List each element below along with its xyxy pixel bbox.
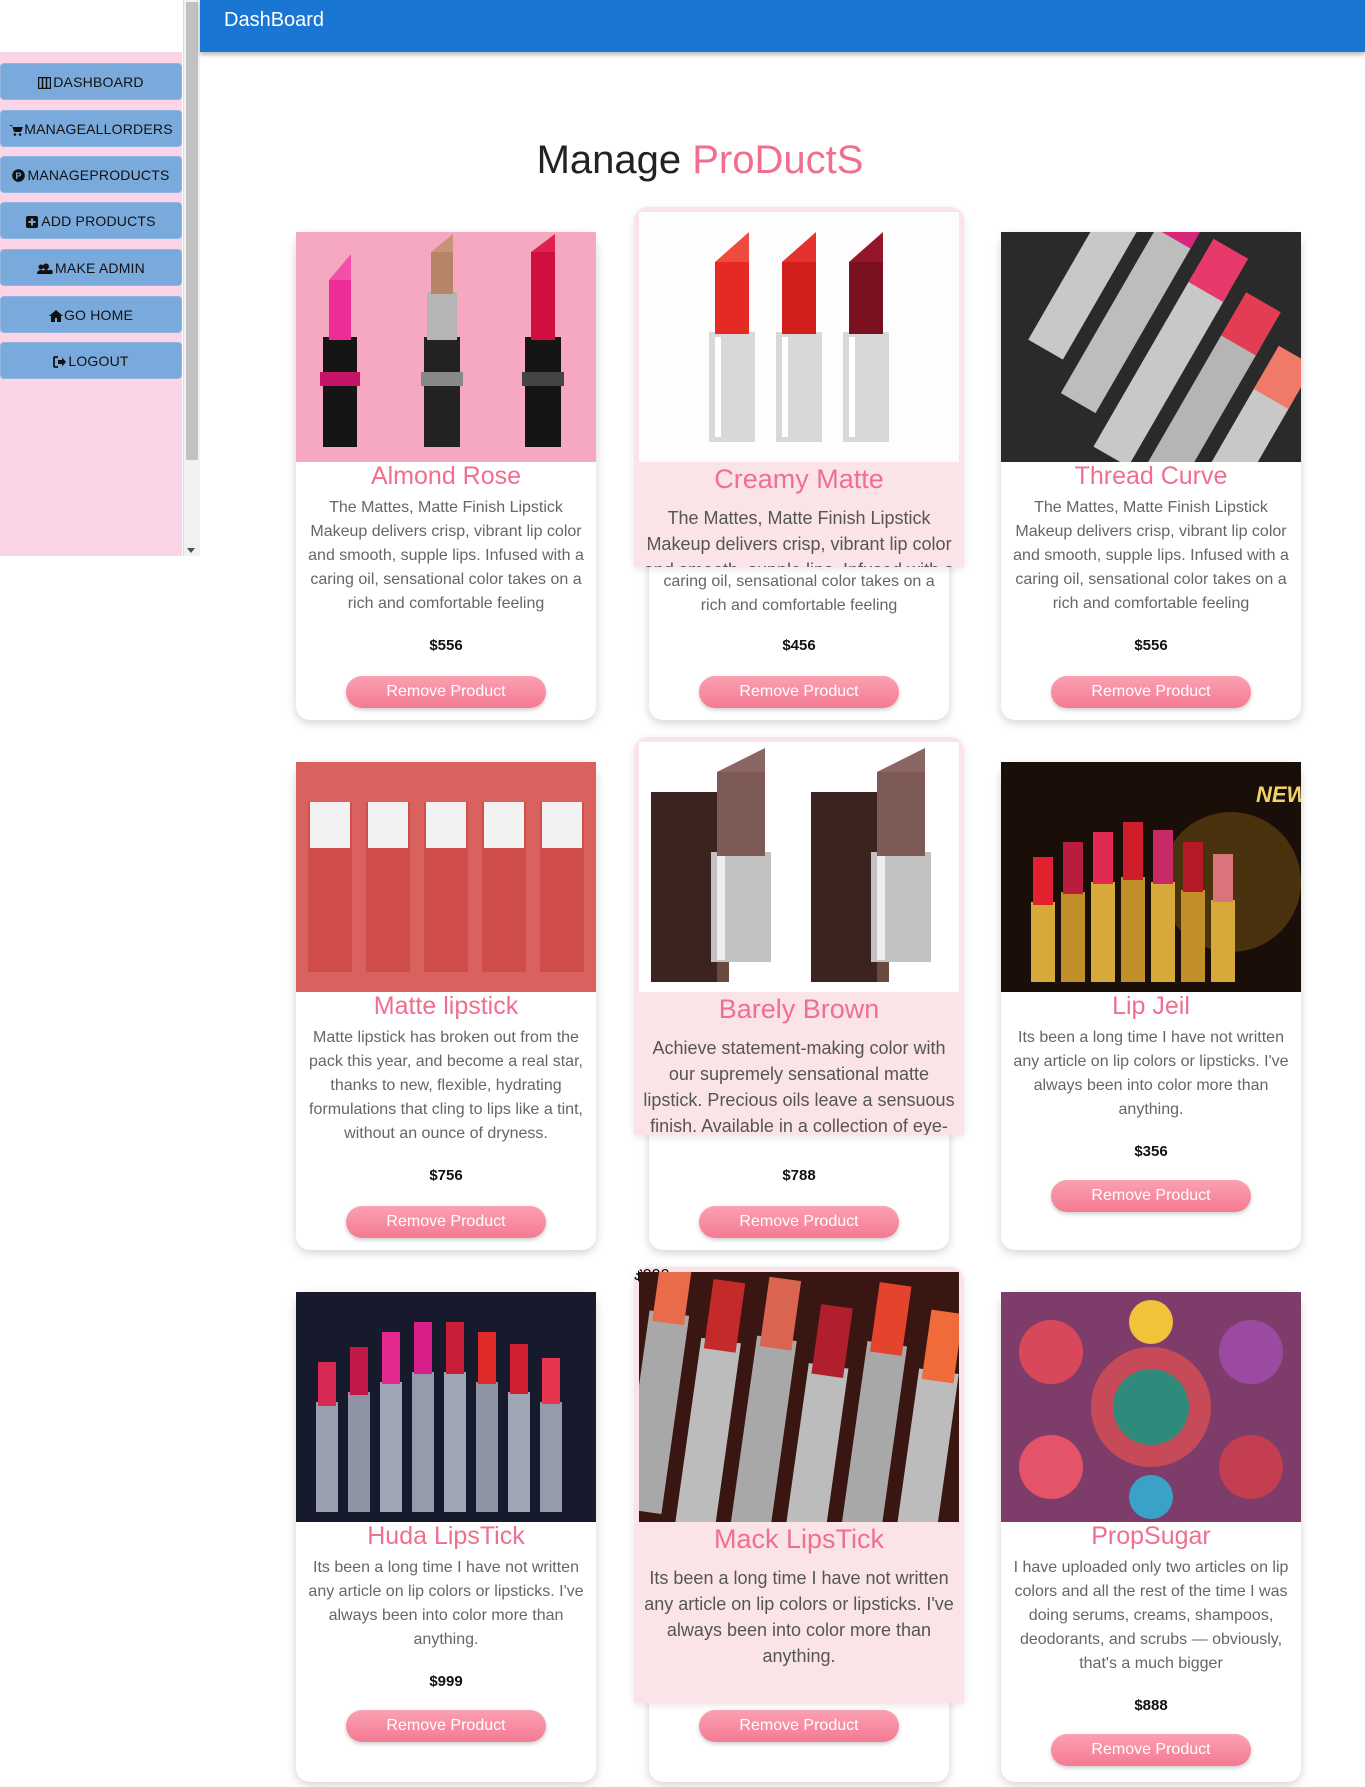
product-price: $456	[782, 637, 816, 654]
sidebar: DASHBOARD MANAGEALLORDERS P MANAGEPRODUC…	[0, 52, 182, 556]
product-price: $756	[429, 1167, 463, 1184]
page-title-accent: ProDuctS	[692, 138, 864, 182]
plus-square-icon	[26, 215, 39, 228]
cart-icon	[9, 123, 24, 136]
svg-text:NEW!: NEW!	[1256, 782, 1301, 807]
product-image	[296, 762, 596, 992]
product-name: PropSugar	[1091, 1522, 1211, 1550]
product-price: $999	[429, 1673, 463, 1690]
remove-product-button[interactable]: Remove Product	[699, 1710, 899, 1742]
sidebar-item-label: MAKE ADMIN	[55, 259, 145, 276]
sidebar-item-manage-products[interactable]: P MANAGEPRODUCTS	[0, 156, 182, 193]
product-name: Creamy Matte	[714, 464, 884, 494]
product-price: $356	[1134, 1143, 1168, 1160]
product-name: Huda LipsTick	[367, 1522, 525, 1550]
product-description: The Mattes, Matte Finish Lipstick Makeup…	[308, 499, 584, 612]
app-bar-title: DashBoard	[224, 9, 325, 31]
sidebar-item-add-products[interactable]: ADD PRODUCTS	[0, 202, 182, 239]
product-hunt-icon: P	[12, 168, 26, 182]
remove-product-button[interactable]: Remove Product	[1051, 1180, 1251, 1212]
product-price: $788	[782, 1167, 816, 1184]
product-description: Its been a long time I have not written …	[644, 1568, 954, 1666]
product-card-hovered[interactable]: Barely Brown Achieve statement-making co…	[634, 737, 964, 1135]
product-name: Barely Brown	[718, 994, 880, 1024]
remove-product-button[interactable]: Remove Product	[1051, 1734, 1251, 1766]
home-icon	[48, 309, 63, 322]
sidebar-item-label: MANAGEALLORDERS	[24, 120, 173, 137]
remove-product-button[interactable]: Remove Product	[699, 676, 899, 708]
sign-out-icon	[53, 355, 67, 368]
sidebar-item-label: ADD PRODUCTS	[41, 212, 156, 229]
product-card: NEW! Lip Jeil Its been a long time I hav…	[1001, 762, 1301, 1250]
product-name: Thread Curve	[1074, 462, 1228, 490]
product-image	[639, 212, 959, 462]
product-price: $556	[429, 637, 463, 654]
product-name: Matte lipstick	[373, 992, 519, 1020]
product-name: Mack LipsTick	[713, 1524, 885, 1554]
sidebar-item-make-admin[interactable]: MAKE ADMIN	[0, 249, 182, 286]
remove-product-button[interactable]: Remove Product	[346, 1206, 546, 1238]
product-image: NEW!	[1001, 762, 1301, 992]
product-name: Lip Jeil	[1112, 992, 1190, 1020]
sidebar-item-manage-all-orders[interactable]: MANAGEALLORDERS	[0, 110, 182, 147]
sidebar-scrollbar[interactable]	[183, 0, 200, 556]
remove-product-button[interactable]: Remove Product	[699, 1206, 899, 1238]
product-description: Its been a long time I have not written …	[1013, 1029, 1289, 1118]
product-image	[639, 1272, 959, 1522]
sidebar-item-label: DASHBOARD	[53, 73, 144, 90]
svg-text:P: P	[16, 170, 22, 180]
product-card: Huda LipsTick Its been a long time I hav…	[296, 1292, 596, 1782]
page-title: Manage ProDuctS	[200, 138, 1200, 183]
product-card: Almond Rose The Mattes, Matte Finish Lip…	[296, 232, 596, 720]
product-card: Thread Curve The Mattes, Matte Finish Li…	[1001, 232, 1301, 720]
product-description: I have uploaded only two articles on lip…	[1013, 1559, 1289, 1672]
product-card-hovered[interactable]: Creamy Matte The Mattes, Matte Finish Li…	[634, 207, 964, 567]
product-description: Its been a long time I have not written …	[308, 1559, 584, 1648]
sidebar-item-dashboard[interactable]: DASHBOARD	[0, 63, 182, 100]
remove-product-button[interactable]: Remove Product	[346, 1710, 546, 1742]
product-description: Achieve statement-making color with our …	[643, 1038, 955, 1135]
table-icon	[38, 76, 52, 89]
product-description: Matte lipstick has broken out from the p…	[309, 1029, 583, 1142]
sidebar-top-blank	[0, 0, 182, 52]
sidebar-item-logout[interactable]: LOGOUT	[0, 342, 182, 379]
product-card: PropSugar I have uploaded only two artic…	[1001, 1292, 1301, 1782]
scrollbar-thumb[interactable]	[186, 2, 198, 460]
product-image	[296, 1292, 596, 1522]
product-description-overflow: caring oil, sensational color takes on a…	[663, 573, 935, 614]
sidebar-item-label: MANAGEPRODUCTS	[27, 166, 170, 183]
scroll-down-arrow-icon[interactable]	[187, 548, 195, 553]
sidebar-item-go-home[interactable]: GO HOME	[0, 296, 182, 333]
sidebar-item-label: GO HOME	[63, 306, 134, 323]
product-image	[1001, 232, 1301, 462]
product-image	[1001, 1292, 1301, 1522]
product-price: $556	[1134, 637, 1168, 654]
product-card-hovered[interactable]: Mack LipsTick Its been a long time I hav…	[634, 1267, 964, 1703]
app-bar: DashBoard	[200, 0, 1365, 52]
users-cog-icon	[37, 262, 53, 274]
sidebar-panel: DASHBOARD MANAGEALLORDERS P MANAGEPRODUC…	[0, 0, 200, 556]
remove-product-button[interactable]: Remove Product	[346, 676, 546, 708]
remove-product-button[interactable]: Remove Product	[1051, 676, 1251, 708]
page-title-plain: Manage	[536, 138, 693, 182]
product-card: Matte lipstick Matte lipstick has broken…	[296, 762, 596, 1250]
product-description: The Mattes, Matte Finish Lipstick Makeup…	[1013, 499, 1289, 612]
product-name: Almond Rose	[370, 462, 522, 490]
sidebar-item-label: LOGOUT	[68, 352, 129, 369]
product-image	[639, 742, 959, 992]
product-price: $888	[1134, 1697, 1168, 1714]
product-description: The Mattes, Matte Finish Lipstick Makeup…	[644, 508, 954, 567]
product-image	[296, 232, 596, 462]
